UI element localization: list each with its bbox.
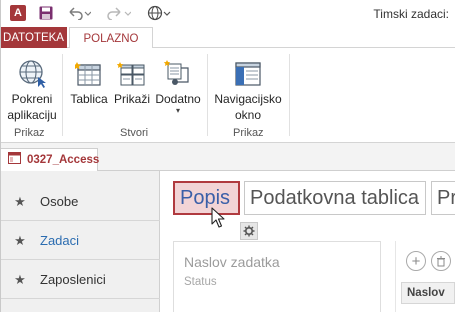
divider (395, 241, 396, 312)
document-tab-label: 0327_Access (27, 154, 100, 166)
access-app-icon[interactable]: A (7, 4, 29, 22)
globe-launch-icon (17, 54, 47, 88)
delete-icon[interactable] (431, 251, 451, 271)
ribbon-body: Pokreni aplikaciju Prikaz Tablica Prikaž… (0, 48, 455, 143)
launch-app-label: Pokreni aplikaciju (7, 92, 57, 122)
card-title: Naslov zadatka (184, 254, 280, 270)
undo-icon[interactable] (67, 4, 91, 22)
nav-item-zadaci[interactable]: ★ Zadaci (0, 222, 160, 260)
group-divider (289, 54, 290, 136)
gear-icon[interactable] (240, 222, 258, 240)
title-bar: A Timski zadaci: (0, 0, 455, 27)
nav-item-label: Osobe (40, 194, 79, 209)
document-tab-bar: 0327_Access (0, 148, 455, 171)
redo-icon[interactable] (107, 4, 131, 22)
save-icon[interactable] (37, 4, 55, 22)
access-doc-icon (8, 151, 21, 169)
column-header[interactable]: Naslov (401, 282, 455, 304)
main-content: Popis Podatkovna tablica Pr Naslov zadat… (161, 171, 455, 312)
tab-file[interactable]: DATOTEKA (0, 27, 67, 48)
nav-item-label: Zadaci (40, 233, 80, 248)
nav-pane-button[interactable]: Navigacijsko okno (212, 54, 284, 123)
window-title: Timski zadaci: (373, 7, 449, 21)
mouse-pointer-icon (211, 207, 227, 234)
views-button[interactable]: Prikaži (113, 54, 151, 107)
addons-button[interactable]: Dodatno ▾ (153, 54, 203, 115)
group-label-show: Prikaz (233, 127, 264, 139)
nav-item-zaposlenici[interactable]: ★ Zaposlenici (0, 261, 160, 299)
star-icon: ★ (14, 232, 26, 248)
view-tab-partial[interactable]: Pr (431, 181, 455, 215)
star-icon: ★ (14, 271, 26, 287)
views-label: Prikaži (113, 92, 150, 106)
table-button[interactable]: Tablica (68, 54, 110, 107)
table-icon (75, 54, 103, 88)
left-navigation: ★ Osobe ★ Zadaci ★ Zaposlenici (0, 171, 160, 312)
addons-icon (163, 54, 193, 88)
chevron-down-icon: ▾ (175, 106, 180, 115)
ribbon-tabs: DATOTEKA POLAZNO (0, 27, 455, 49)
group-label-create: Stvori (120, 127, 149, 139)
tab-home[interactable]: POLAZNO (69, 27, 153, 49)
nav-pane-label: Navigacijsko okno (214, 92, 282, 122)
add-icon[interactable]: + (406, 251, 426, 271)
nav-item-osobe[interactable]: ★ Osobe (0, 183, 160, 221)
table-label: Tablica (70, 92, 108, 106)
view-tab-datasheet[interactable]: Podatkovna tablica (244, 181, 426, 215)
nav-item-label: Zaposlenici (40, 272, 106, 287)
task-card[interactable]: Naslov zadatka Status (173, 241, 381, 312)
document-tab[interactable]: 0327_Access (0, 148, 100, 171)
launch-app-button[interactable]: Pokreni aplikaciju (4, 54, 60, 123)
views-icon (117, 54, 147, 88)
group-divider (62, 54, 63, 136)
view-tab-list[interactable]: Popis (173, 181, 240, 215)
group-divider (207, 54, 208, 136)
star-icon: ★ (14, 193, 26, 209)
nav-pane-icon (233, 54, 263, 88)
group-label-view: Prikaz (14, 127, 45, 139)
card-status: Status (184, 276, 217, 288)
addons-label: Dodatno (155, 92, 201, 106)
globe-icon[interactable] (147, 4, 171, 22)
